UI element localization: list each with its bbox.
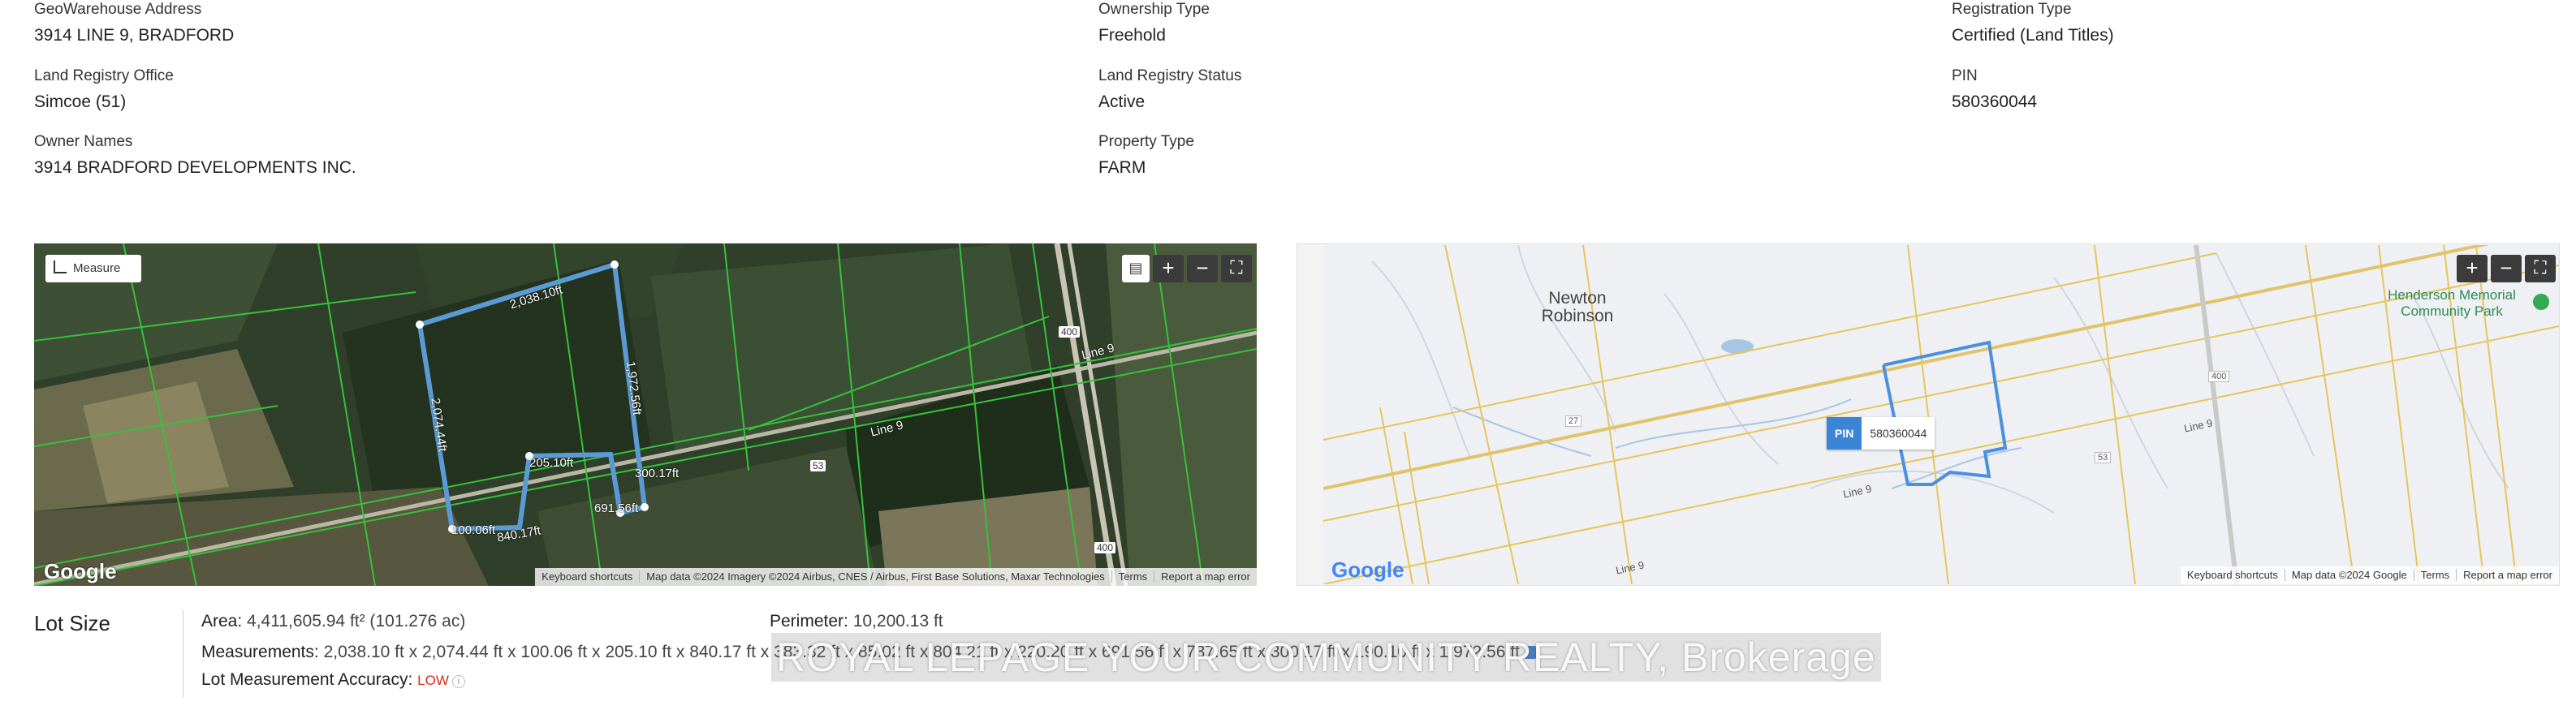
perimeter-value: 10,200.13 ft [852, 612, 943, 630]
fullscreen-icon[interactable]: ⛶ [2525, 255, 2556, 282]
road-label: Line 9 [1614, 558, 1646, 577]
property-type-value: FARM [1098, 158, 1146, 177]
area-line: Area: 4,411,605.94 ft² (101.276 ac) [201, 612, 465, 631]
pin-label: PIN [1952, 67, 1978, 84]
address-label: GeoWarehouse Address [34, 1, 202, 18]
terms-link[interactable]: Terms [2413, 569, 2457, 581]
status-label: Land Registry Status [1098, 67, 1242, 84]
road-label: Line 9 [2182, 416, 2214, 435]
report-error-link[interactable]: Report a map error [1154, 570, 1257, 583]
owners-label: Owner Names [34, 133, 133, 150]
road-label: 53 [810, 460, 826, 471]
brokerage-watermark: ROYAL LEPAGE YOUR COMMUNITY REALTY, Brok… [771, 633, 1881, 682]
google-logo: Google [1331, 557, 1405, 582]
ownership-value: Freehold [1098, 26, 1166, 45]
info-icon[interactable]: i [451, 675, 465, 688]
map-layers-button[interactable]: ▤ [1122, 255, 1150, 282]
office-field: Land Registry Office Simcoe (51) [34, 67, 174, 114]
road-label: Line 9 [1080, 341, 1116, 363]
accuracy-value: LOW [417, 673, 449, 688]
map-data-text: Map data ©2024 Imagery ©2024 Airbus, CNE… [639, 570, 1111, 583]
map-attribution: Keyboard shortcuts Map data ©2024 Imagery… [535, 568, 1257, 586]
ownership-label: Ownership Type [1098, 1, 1210, 18]
registration-value: Certified (Land Titles) [1952, 26, 2114, 45]
map-data-text: Map data ©2024 Google [2284, 569, 2414, 581]
address-value: 3914 LINE 9, BRADFORD [34, 26, 235, 45]
zoom-in-button[interactable]: + [2457, 255, 2488, 282]
lot-size-title: Lot Size [34, 611, 110, 635]
road-label: 400 [2208, 371, 2230, 382]
zoom-in-button[interactable]: + [1153, 255, 1184, 282]
road-label: 53 [2095, 452, 2112, 463]
road-label: Line 9 [1841, 482, 1873, 501]
office-value: Simcoe (51) [34, 93, 127, 111]
pin-field: PIN 580360044 [1952, 67, 2037, 114]
road-label: 400 [1059, 326, 1081, 338]
status-value: Active [1098, 93, 1146, 111]
accuracy-label: Lot Measurement Accuracy: [201, 670, 413, 689]
office-label: Land Registry Office [34, 67, 174, 84]
area-label: Area: [201, 612, 243, 630]
pin-marker-value: 580360044 [1862, 417, 1935, 450]
accuracy-line: Lot Measurement Accuracy: LOW i [201, 670, 465, 690]
road-map[interactable]: Newton Robinson Henderson Memorial Commu… [1323, 245, 2559, 584]
owners-field: Owner Names 3914 BRADFORD DEVELOPMENTS I… [34, 132, 356, 179]
measure-label-text: Measure [73, 261, 121, 275]
road-label: 400 [1094, 542, 1116, 553]
pin-value: 580360044 [1952, 93, 2038, 111]
road-label: Line 9 [869, 418, 905, 440]
status-field: Land Registry Status Active [1098, 67, 1241, 114]
registration-label: Registration Type [1952, 1, 2072, 18]
perimeter-line: Perimeter: 10,200.13 ft [770, 612, 943, 631]
measurements-label: Measurements: [201, 643, 319, 661]
property-type-label: Property Type [1098, 133, 1194, 150]
measure-button[interactable]: Measure [45, 255, 141, 282]
report-error-link[interactable]: Report a map error [2456, 569, 2559, 581]
google-logo: Google [44, 559, 117, 583]
road-label: 27 [1565, 415, 1582, 427]
keyboard-shortcuts-link[interactable]: Keyboard shortcuts [2181, 569, 2285, 581]
owners-value: 3914 BRADFORD DEVELOPMENTS INC. [34, 158, 356, 177]
ownership-field: Ownership Type Freehold [1098, 0, 1210, 47]
map-road-labels: Line 9 Line 9 Line 9 27 53 400 [1323, 245, 2559, 584]
area-value: 4,411,605.94 ft² (101.276 ac) [247, 612, 466, 630]
perimeter-label: Perimeter: [770, 612, 848, 630]
fullscreen-icon[interactable]: ⛶ [1221, 255, 1252, 282]
registration-field: Registration Type Certified (Land Titles… [1952, 0, 2114, 47]
property-type-field: Property Type FARM [1098, 132, 1194, 179]
address-field: GeoWarehouse Address 3914 LINE 9, BRADFO… [34, 0, 234, 47]
ruler-icon [54, 260, 67, 273]
terms-link[interactable]: Terms [1111, 570, 1154, 583]
pin-marker[interactable]: PIN 580360044 [1827, 417, 1935, 450]
pin-badge: PIN [1827, 417, 1862, 450]
zoom-out-button[interactable]: − [1187, 255, 1218, 282]
road-labels: Line 9 Line 9 400 400 53 [34, 243, 1257, 586]
satellite-map[interactable]: 2,038.10ft 1,972.56ft 2,074.44ft 840.17f… [34, 243, 1257, 586]
zoom-out-button[interactable]: − [2491, 255, 2522, 282]
keyboard-shortcuts-link[interactable]: Keyboard shortcuts [535, 570, 639, 583]
map-attribution: Keyboard shortcuts Map data ©2024 Google T… [2180, 566, 2559, 584]
